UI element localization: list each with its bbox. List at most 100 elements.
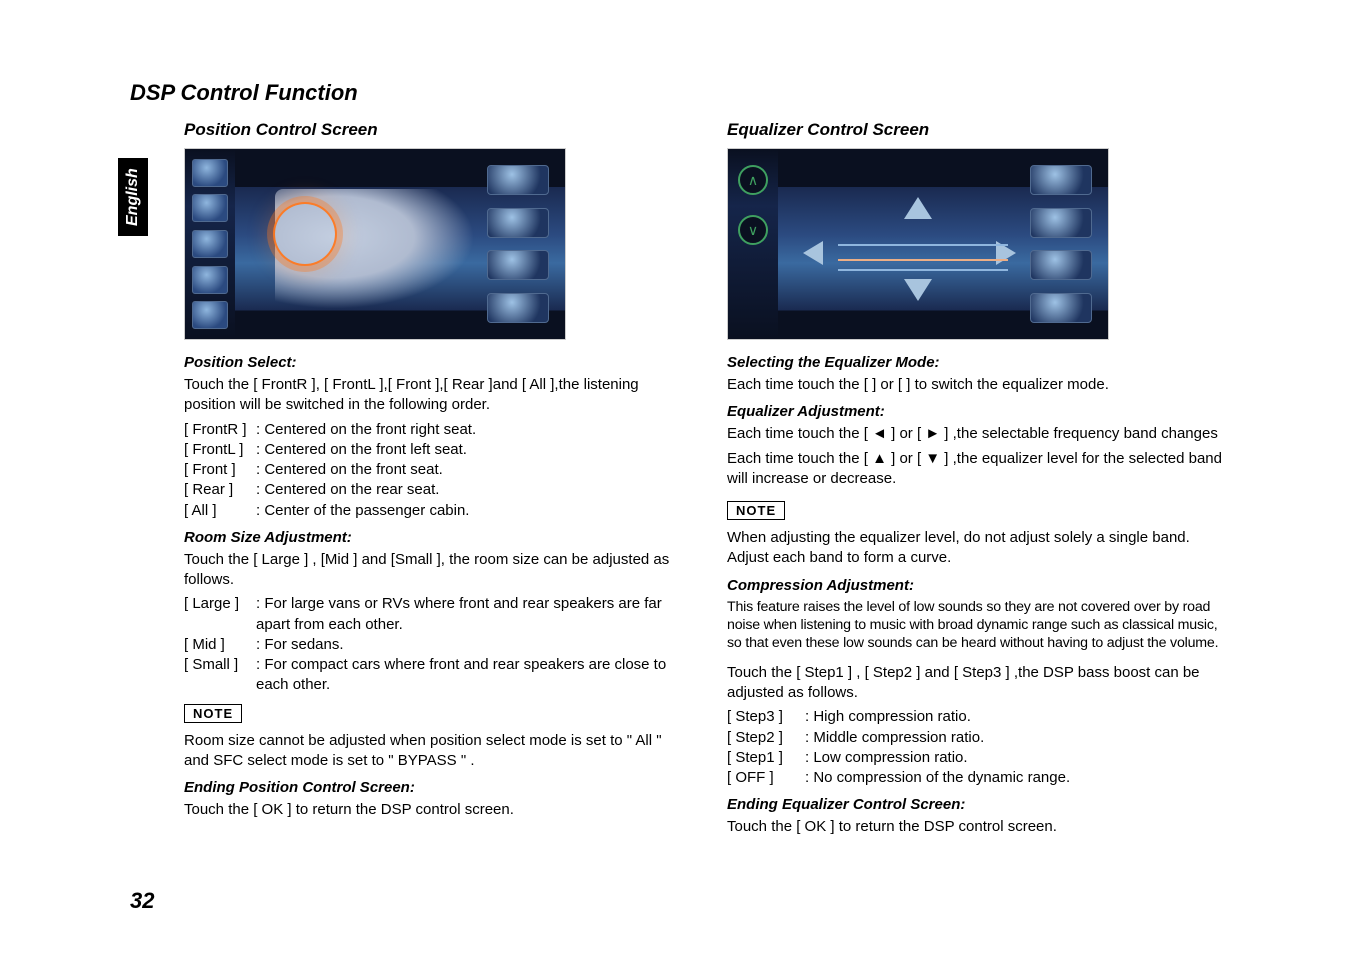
eq-curve-graphic: [838, 269, 1008, 271]
position-control-screenshot: [184, 148, 566, 340]
page-content: DSP Control Function Position Control Sc…: [130, 80, 1230, 842]
option-text: : For sedans.: [256, 635, 687, 655]
ending-position-heading: Ending Position Control Screen:: [184, 779, 687, 796]
arrow-up-icon: ▲: [872, 450, 887, 467]
side-button-icon: [192, 159, 228, 187]
room-size-row: [ Large ]: For large vans or RVs where f…: [184, 594, 687, 635]
option-label: [ Front ]: [184, 460, 256, 480]
position-select-intro: Touch the [ FrontR ], [ FrontL ],[ Front…: [184, 375, 687, 416]
position-select-heading: Position Select:: [184, 354, 687, 371]
ending-equalizer-heading: Ending Equalizer Control Screen:: [727, 796, 1230, 813]
listening-position-ring-icon: [275, 204, 335, 264]
screenshot-sidebar: [185, 149, 235, 339]
option-label: [ FrontR ]: [184, 420, 256, 440]
arrow-down-icon: ▼: [925, 450, 940, 467]
note-badge: NOTE: [184, 704, 242, 723]
ending-equalizer-text: Touch the [ OK ] to return the DSP contr…: [727, 817, 1230, 837]
triangle-left-icon: [803, 241, 823, 265]
compression-row: [ Step2 ]: Middle compression ratio.: [727, 728, 1230, 748]
compression-row: [ Step3 ]: High compression ratio.: [727, 707, 1230, 727]
option-label: [ All ]: [184, 501, 256, 521]
compression-desc: This feature raises the level of low sou…: [727, 598, 1230, 653]
knob-icon: [487, 208, 549, 238]
right-controls: [1030, 159, 1100, 329]
room-size-row: [ Small ]: For compact cars where front …: [184, 655, 687, 696]
room-size-heading: Room Size Adjustment:: [184, 529, 687, 546]
equalizer-control-screenshot: ∧ ∨: [727, 148, 1109, 340]
option-text: : No compression of the dynamic range.: [805, 768, 1230, 788]
knob-icon: [1030, 165, 1092, 195]
side-button-icon: [192, 266, 228, 294]
select-eq-mode-heading: Selecting the Equalizer Mode:: [727, 354, 1230, 371]
position-option-row: [ Rear ]: Centered on the rear seat.: [184, 480, 687, 500]
text-fragment: ] ,the selectable frequency band changes: [940, 425, 1218, 442]
position-option-row: [ FrontR ]: Centered on the front right …: [184, 420, 687, 440]
triangle-up-icon: [904, 197, 932, 219]
option-text: : Centered on the front seat.: [256, 460, 687, 480]
note-badge: NOTE: [727, 501, 785, 520]
arrow-left-icon: ◄: [872, 425, 887, 442]
option-text: : Middle compression ratio.: [805, 728, 1230, 748]
text-fragment: Each time touch the [: [727, 450, 872, 467]
triangle-right-icon: [996, 241, 1016, 265]
right-controls: [487, 159, 557, 329]
option-label: [ Rear ]: [184, 480, 256, 500]
side-button-icon: [192, 301, 228, 329]
screenshot-sidebar: ∧ ∨: [728, 149, 778, 339]
option-text: : Centered on the front right seat.: [256, 420, 687, 440]
note-text: Room size cannot be adjusted when positi…: [184, 731, 687, 772]
eq-adjust-line2: Each time touch the [ ▲ ] or [ ▼ ] ,the …: [727, 449, 1230, 490]
option-label: [ Mid ]: [184, 635, 256, 655]
knob-icon: [487, 250, 549, 280]
select-eq-mode-text: Each time touch the [ ] or [ ] to switch…: [727, 375, 1230, 395]
option-text: : High compression ratio.: [805, 707, 1230, 727]
ending-position-text: Touch the [ OK ] to return the DSP contr…: [184, 800, 687, 820]
triangle-down-icon: [904, 279, 932, 301]
compression-row: [ Step1 ]: Low compression ratio.: [727, 748, 1230, 768]
compression-heading: Compression Adjustment:: [727, 577, 1230, 594]
left-column: Position Control Screen P: [130, 114, 687, 842]
eq-adjust-line1: Each time touch the [ ◄ ] or [ ► ] ,the …: [727, 424, 1230, 444]
position-option-row: [ FrontL ]: Centered on the front left s…: [184, 440, 687, 460]
compression-intro: Touch the [ Step1 ] , [ Step2 ] and [ St…: [727, 663, 1230, 704]
side-button-icon: [192, 230, 228, 258]
two-column-layout: Position Control Screen P: [130, 114, 1230, 842]
option-text: : For large vans or RVs where front and …: [256, 594, 687, 635]
right-column: Equalizer Control Screen ∧ ∨ Sele: [727, 114, 1230, 842]
text-fragment: ] or [: [887, 450, 925, 467]
knob-icon: [1030, 208, 1092, 238]
text-fragment: ] or [: [887, 425, 925, 442]
page-number: 32: [130, 888, 154, 914]
option-label: [ Large ]: [184, 594, 256, 635]
option-text: : Low compression ratio.: [805, 748, 1230, 768]
option-text: : Center of the passenger cabin.: [256, 501, 687, 521]
option-label: [ Step2 ]: [727, 728, 805, 748]
side-button-icon: [192, 194, 228, 222]
note-text: When adjusting the equalizer level, do n…: [727, 528, 1230, 569]
text-fragment: Each time touch the [: [727, 425, 872, 442]
room-size-row: [ Mid ]: For sedans.: [184, 635, 687, 655]
scroll-down-icon: ∨: [738, 215, 768, 245]
knob-icon: [487, 293, 549, 323]
option-label: [ Step3 ]: [727, 707, 805, 727]
option-text: : Centered on the rear seat.: [256, 480, 687, 500]
knob-icon: [487, 165, 549, 195]
position-option-row: [ Front ]: Centered on the front seat.: [184, 460, 687, 480]
equalizer-control-subtitle: Equalizer Control Screen: [727, 120, 1230, 140]
position-control-subtitle: Position Control Screen: [184, 120, 687, 140]
knob-icon: [1030, 293, 1092, 323]
option-label: [ Step1 ]: [727, 748, 805, 768]
option-text: : Centered on the front left seat.: [256, 440, 687, 460]
option-label: [ FrontL ]: [184, 440, 256, 460]
room-size-intro: Touch the [ Large ] , [Mid ] and [Small …: [184, 550, 687, 591]
knob-icon: [1030, 250, 1092, 280]
compression-row: [ OFF ]: No compression of the dynamic r…: [727, 768, 1230, 788]
position-option-row: [ All ]: Center of the passenger cabin.: [184, 501, 687, 521]
option-text: : For compact cars where front and rear …: [256, 655, 687, 696]
option-label: [ OFF ]: [727, 768, 805, 788]
scroll-up-icon: ∧: [738, 165, 768, 195]
eq-adjust-heading: Equalizer Adjustment:: [727, 403, 1230, 420]
option-label: [ Small ]: [184, 655, 256, 696]
arrow-right-icon: ►: [925, 425, 940, 442]
section-title: DSP Control Function: [130, 80, 1230, 106]
